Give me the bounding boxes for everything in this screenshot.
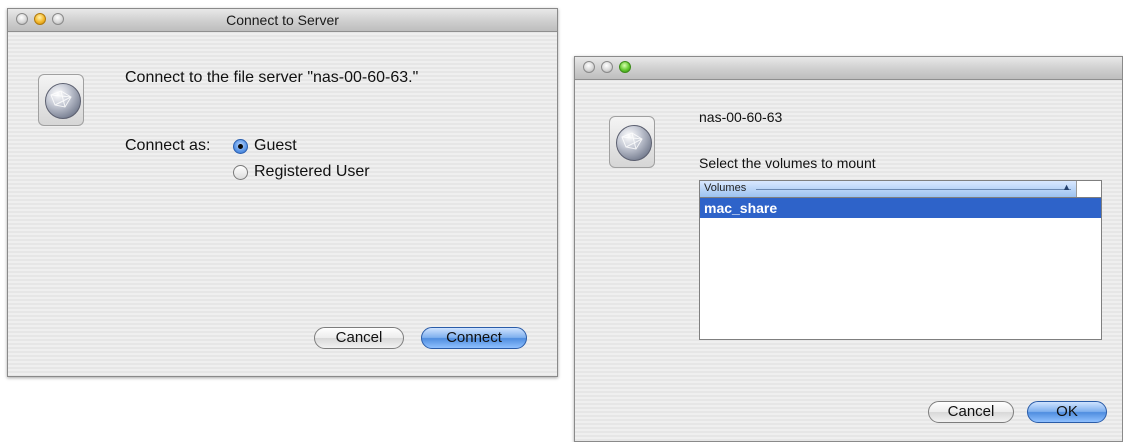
connect-button[interactable]: Connect	[421, 327, 527, 349]
connect-message: Connect to the file server "nas-00-60-63…	[125, 69, 419, 86]
radio-guest[interactable]: Guest	[233, 137, 297, 155]
network-server-globe-icon	[609, 116, 655, 168]
window-title: Connect to Server	[226, 12, 339, 28]
title-bar[interactable]	[575, 57, 1122, 80]
minimize-icon[interactable]	[601, 61, 613, 73]
radio-guest-label: Guest	[254, 137, 297, 154]
window-controls	[583, 61, 631, 73]
radio-registered-user[interactable]: Registered User	[233, 163, 370, 181]
volumes-column-header[interactable]: Volumes	[704, 182, 746, 194]
volume-name: mac_share	[704, 200, 778, 216]
network-server-globe-icon	[38, 74, 84, 126]
radio-button-selected[interactable]	[233, 138, 248, 154]
select-volumes-window: nas-00-60-63 Select the volumes to mount…	[574, 56, 1123, 442]
close-icon[interactable]	[583, 61, 595, 73]
volumes-instruction: Select the volumes to mount	[699, 155, 876, 171]
table-row[interactable]: mac_share	[700, 198, 1101, 218]
title-bar[interactable]: Connect to Server	[8, 9, 557, 32]
cancel-button[interactable]: Cancel	[314, 327, 404, 349]
sort-ascending-icon: ▲	[1062, 182, 1071, 192]
zoom-icon[interactable]	[619, 61, 631, 73]
connect-to-server-window: Connect to Server Connect to the file se…	[7, 8, 558, 377]
radio-registered-user-label: Registered User	[254, 163, 370, 180]
radio-button[interactable]	[233, 164, 248, 180]
ok-button[interactable]: OK	[1027, 401, 1107, 423]
connect-as-label: Connect as:	[125, 137, 211, 154]
server-name: nas-00-60-63	[699, 109, 783, 125]
table-header[interactable]: Volumes ▲	[700, 181, 1101, 198]
volumes-table[interactable]: Volumes ▲ mac_share	[699, 180, 1102, 340]
cancel-button[interactable]: Cancel	[928, 401, 1014, 423]
